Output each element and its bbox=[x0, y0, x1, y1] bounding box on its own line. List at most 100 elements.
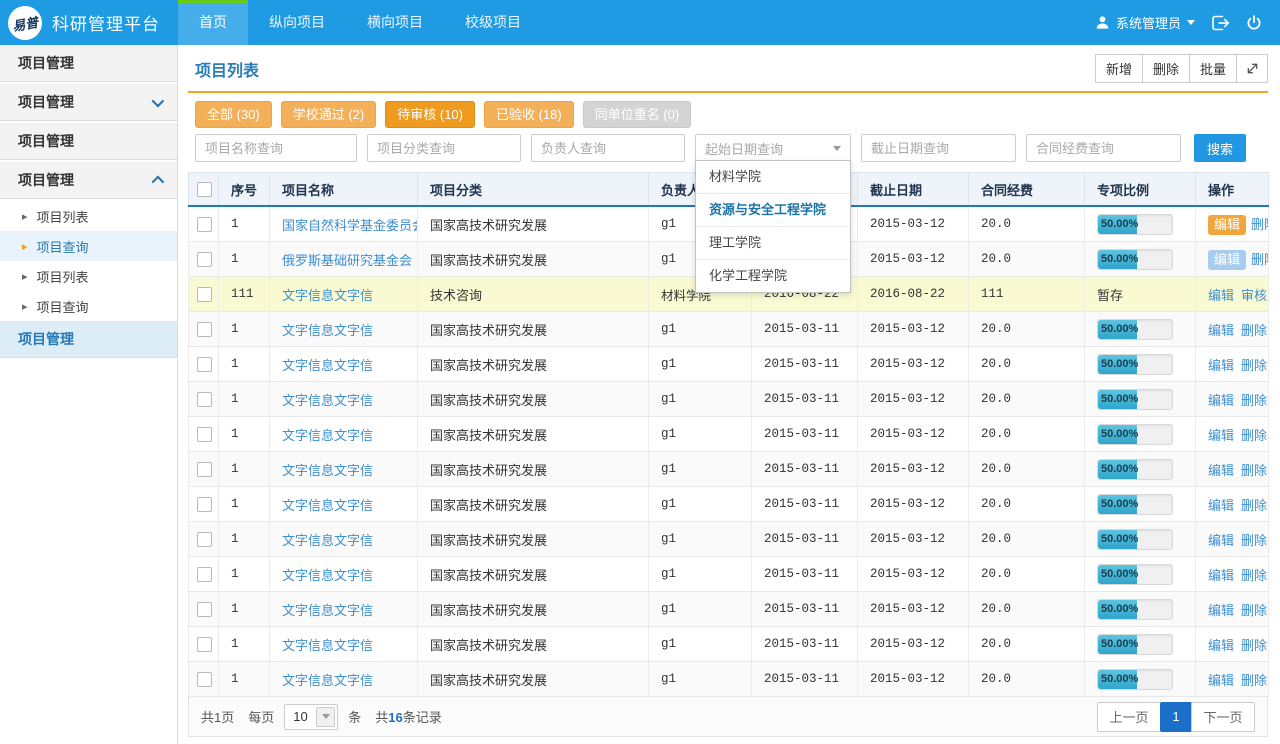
action-link-1[interactable]: 删除 bbox=[1241, 603, 1267, 618]
current-page-button[interactable]: 1 bbox=[1160, 702, 1192, 732]
action-link-1[interactable]: 删除 bbox=[1241, 323, 1267, 338]
action-link-0[interactable]: 编辑 bbox=[1208, 463, 1234, 478]
project-name-link[interactable]: 文字信息文字信 bbox=[282, 673, 373, 688]
sidebar-group-1[interactable]: 项目管理 bbox=[0, 84, 177, 121]
action-link-0[interactable]: 编辑 bbox=[1208, 428, 1234, 443]
row-checkbox[interactable] bbox=[197, 497, 212, 512]
row-checkbox[interactable] bbox=[197, 427, 212, 442]
filter-button-2[interactable]: 待审核 (10) bbox=[385, 101, 475, 128]
action-link-1[interactable]: 删除 bbox=[1251, 217, 1268, 232]
row-checkbox[interactable] bbox=[197, 217, 212, 232]
search-input-1[interactable] bbox=[367, 134, 521, 162]
select-all-checkbox[interactable] bbox=[197, 182, 212, 197]
cell-actions: 编辑删除 bbox=[1196, 557, 1269, 592]
row-checkbox[interactable] bbox=[197, 252, 212, 267]
dropdown-item-0[interactable]: 材料学院 bbox=[696, 161, 850, 194]
filter-button-1[interactable]: 学校通过 (2) bbox=[281, 101, 377, 128]
project-name-link[interactable]: 文字信息文字信 bbox=[282, 568, 373, 583]
sidebar-group-0[interactable]: 项目管理 bbox=[0, 45, 177, 82]
row-checkbox[interactable] bbox=[197, 672, 212, 687]
action-link-0[interactable]: 编辑 bbox=[1208, 498, 1234, 513]
project-name-link[interactable]: 文字信息文字信 bbox=[282, 393, 373, 408]
prev-page-button[interactable]: 上一页 bbox=[1097, 702, 1161, 732]
toolbar-button-0[interactable]: 新增 bbox=[1095, 54, 1143, 83]
search-input-3[interactable] bbox=[861, 134, 1016, 162]
action-link-1[interactable]: 删除 bbox=[1251, 252, 1268, 267]
action-link-1[interactable]: 删除 bbox=[1241, 428, 1267, 443]
sidebar-item-7[interactable]: ▸项目查询 bbox=[0, 291, 177, 321]
sidebar-group-8[interactable]: 项目管理 bbox=[0, 321, 177, 358]
action-link-0[interactable]: 编辑 bbox=[1208, 358, 1234, 373]
nav-tab-2[interactable]: 横向项目 bbox=[346, 0, 444, 45]
dropdown-item-3[interactable]: 化学工程学院 bbox=[696, 260, 850, 292]
cell-end-date: 2016-08-22 bbox=[858, 277, 969, 312]
sidebar-item-5[interactable]: ▸项目查询 bbox=[0, 231, 177, 261]
project-name-link[interactable]: 文字信息文字信 bbox=[282, 463, 373, 478]
search-input-4[interactable] bbox=[1026, 134, 1181, 162]
sidebar-item-6[interactable]: ▸项目列表 bbox=[0, 261, 177, 291]
action-link-0[interactable]: 编辑 bbox=[1208, 393, 1234, 408]
action-link-1[interactable]: 删除 bbox=[1241, 498, 1267, 513]
action-button-0[interactable]: 编辑 bbox=[1208, 250, 1246, 270]
project-name-link[interactable]: 文字信息文字信 bbox=[282, 288, 373, 303]
action-link-1[interactable]: 删除 bbox=[1241, 393, 1267, 408]
row-checkbox[interactable] bbox=[197, 602, 212, 617]
expand-icon[interactable] bbox=[1236, 54, 1268, 83]
action-link-0[interactable]: 编辑 bbox=[1208, 533, 1234, 548]
cell-project-name: 文字信息文字信 bbox=[270, 382, 418, 417]
sidebar-item-4[interactable]: ▸项目列表 bbox=[0, 201, 177, 231]
next-page-button[interactable]: 下一页 bbox=[1191, 702, 1255, 732]
filter-button-3[interactable]: 已验收 (18) bbox=[484, 101, 574, 128]
nav-tab-3[interactable]: 校级项目 bbox=[444, 0, 542, 45]
user-menu[interactable]: 系统管理员 bbox=[1095, 13, 1195, 32]
project-name-link[interactable]: 国家自然科学基金委员会 bbox=[282, 218, 418, 233]
action-link-1[interactable]: 审核 bbox=[1241, 288, 1267, 303]
per-page-select[interactable]: 10 bbox=[284, 704, 338, 730]
toolbar-button-1[interactable]: 删除 bbox=[1142, 54, 1190, 83]
row-checkbox[interactable] bbox=[197, 637, 212, 652]
row-checkbox[interactable] bbox=[197, 392, 212, 407]
cell-ratio: 50.00% bbox=[1085, 592, 1196, 627]
nav-tab-0[interactable]: 首页 bbox=[178, 0, 248, 45]
action-link-1[interactable]: 删除 bbox=[1241, 463, 1267, 478]
filter-button-0[interactable]: 全部 (30) bbox=[195, 101, 272, 128]
row-checkbox[interactable] bbox=[197, 287, 212, 302]
action-link-1[interactable]: 删除 bbox=[1241, 568, 1267, 583]
row-checkbox[interactable] bbox=[197, 532, 212, 547]
action-link-1[interactable]: 删除 bbox=[1241, 638, 1267, 653]
project-name-link[interactable]: 文字信息文字信 bbox=[282, 533, 373, 548]
power-icon[interactable] bbox=[1246, 15, 1262, 31]
project-name-link[interactable]: 文字信息文字信 bbox=[282, 428, 373, 443]
dropdown-item-2[interactable]: 理工学院 bbox=[696, 227, 850, 260]
start-date-select[interactable]: 起始日期查询 bbox=[695, 134, 851, 162]
action-link-0[interactable]: 编辑 bbox=[1208, 673, 1234, 688]
project-name-link[interactable]: 文字信息文字信 bbox=[282, 603, 373, 618]
logout-icon[interactable] bbox=[1211, 15, 1230, 31]
action-link-1[interactable]: 删除 bbox=[1241, 533, 1267, 548]
project-name-link[interactable]: 文字信息文字信 bbox=[282, 498, 373, 513]
nav-tab-1[interactable]: 纵向项目 bbox=[248, 0, 346, 45]
action-link-1[interactable]: 删除 bbox=[1241, 358, 1267, 373]
toolbar-button-2[interactable]: 批量 bbox=[1189, 54, 1237, 83]
sidebar-group-3[interactable]: 项目管理 bbox=[0, 162, 177, 199]
action-button-0[interactable]: 编辑 bbox=[1208, 215, 1246, 235]
row-checkbox[interactable] bbox=[197, 322, 212, 337]
search-input-0[interactable] bbox=[195, 134, 357, 162]
sidebar-group-2[interactable]: 项目管理 bbox=[0, 123, 177, 160]
dropdown-item-1[interactable]: 资源与安全工程学院 bbox=[696, 194, 850, 227]
project-name-link[interactable]: 俄罗斯基础研究基金会 bbox=[282, 253, 412, 268]
action-link-1[interactable]: 删除 bbox=[1241, 673, 1267, 688]
search-button[interactable]: 搜索 bbox=[1194, 134, 1246, 162]
action-link-0[interactable]: 编辑 bbox=[1208, 568, 1234, 583]
action-link-0[interactable]: 编辑 bbox=[1208, 603, 1234, 618]
row-checkbox[interactable] bbox=[197, 357, 212, 372]
project-name-link[interactable]: 文字信息文字信 bbox=[282, 358, 373, 373]
project-name-link[interactable]: 文字信息文字信 bbox=[282, 638, 373, 653]
action-link-0[interactable]: 编辑 bbox=[1208, 323, 1234, 338]
search-input-2[interactable] bbox=[531, 134, 685, 162]
project-name-link[interactable]: 文字信息文字信 bbox=[282, 323, 373, 338]
row-checkbox[interactable] bbox=[197, 567, 212, 582]
action-link-0[interactable]: 编辑 bbox=[1208, 638, 1234, 653]
row-checkbox[interactable] bbox=[197, 462, 212, 477]
action-link-0[interactable]: 编辑 bbox=[1208, 288, 1234, 303]
